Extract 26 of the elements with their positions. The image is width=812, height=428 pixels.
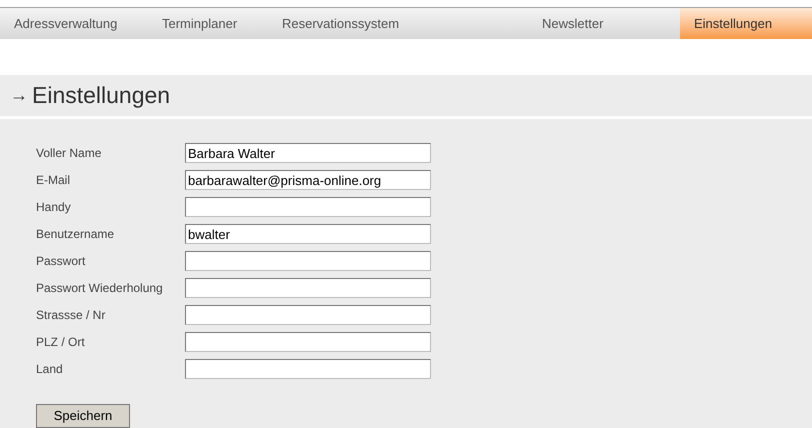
arrow-icon: → <box>10 82 28 109</box>
field-label: PLZ / Ort <box>36 334 86 352</box>
input-field[interactable]: Barbara Walter <box>185 143 431 164</box>
input-field[interactable]: barbarawalter@prisma-online.org <box>185 170 431 190</box>
nav-tab[interactable]: Reservationssystem <box>268 8 528 40</box>
input-field[interactable] <box>185 197 431 218</box>
page-title: Einstellungen <box>32 81 170 110</box>
nav-tab[interactable]: Newsletter <box>528 8 680 40</box>
field-label: Passwort <box>36 253 86 270</box>
field-label: E-Mail <box>36 172 72 190</box>
field-label: Strassse / Nr <box>36 307 106 324</box>
field-label: Voller Name <box>36 145 102 162</box>
nav-tab[interactable]: Einstellungen <box>680 8 812 40</box>
field-label: Land <box>36 361 64 378</box>
input-field[interactable] <box>185 332 431 352</box>
save-button[interactable]: Speichern <box>36 404 130 428</box>
field-label: Passwort Wiederholung <box>36 280 164 298</box>
field-label: Benutzername <box>36 226 116 244</box>
input-field[interactable] <box>185 251 431 272</box>
input-field[interactable] <box>185 278 431 298</box>
nav-tab[interactable]: Terminplaner <box>148 8 268 40</box>
input-field[interactable]: bwalter <box>185 224 431 244</box>
input-field[interactable] <box>185 305 431 326</box>
nav-tab[interactable]: Adressverwaltung <box>0 8 148 40</box>
field-label: Handy <box>36 199 72 216</box>
input-field[interactable] <box>185 359 431 380</box>
